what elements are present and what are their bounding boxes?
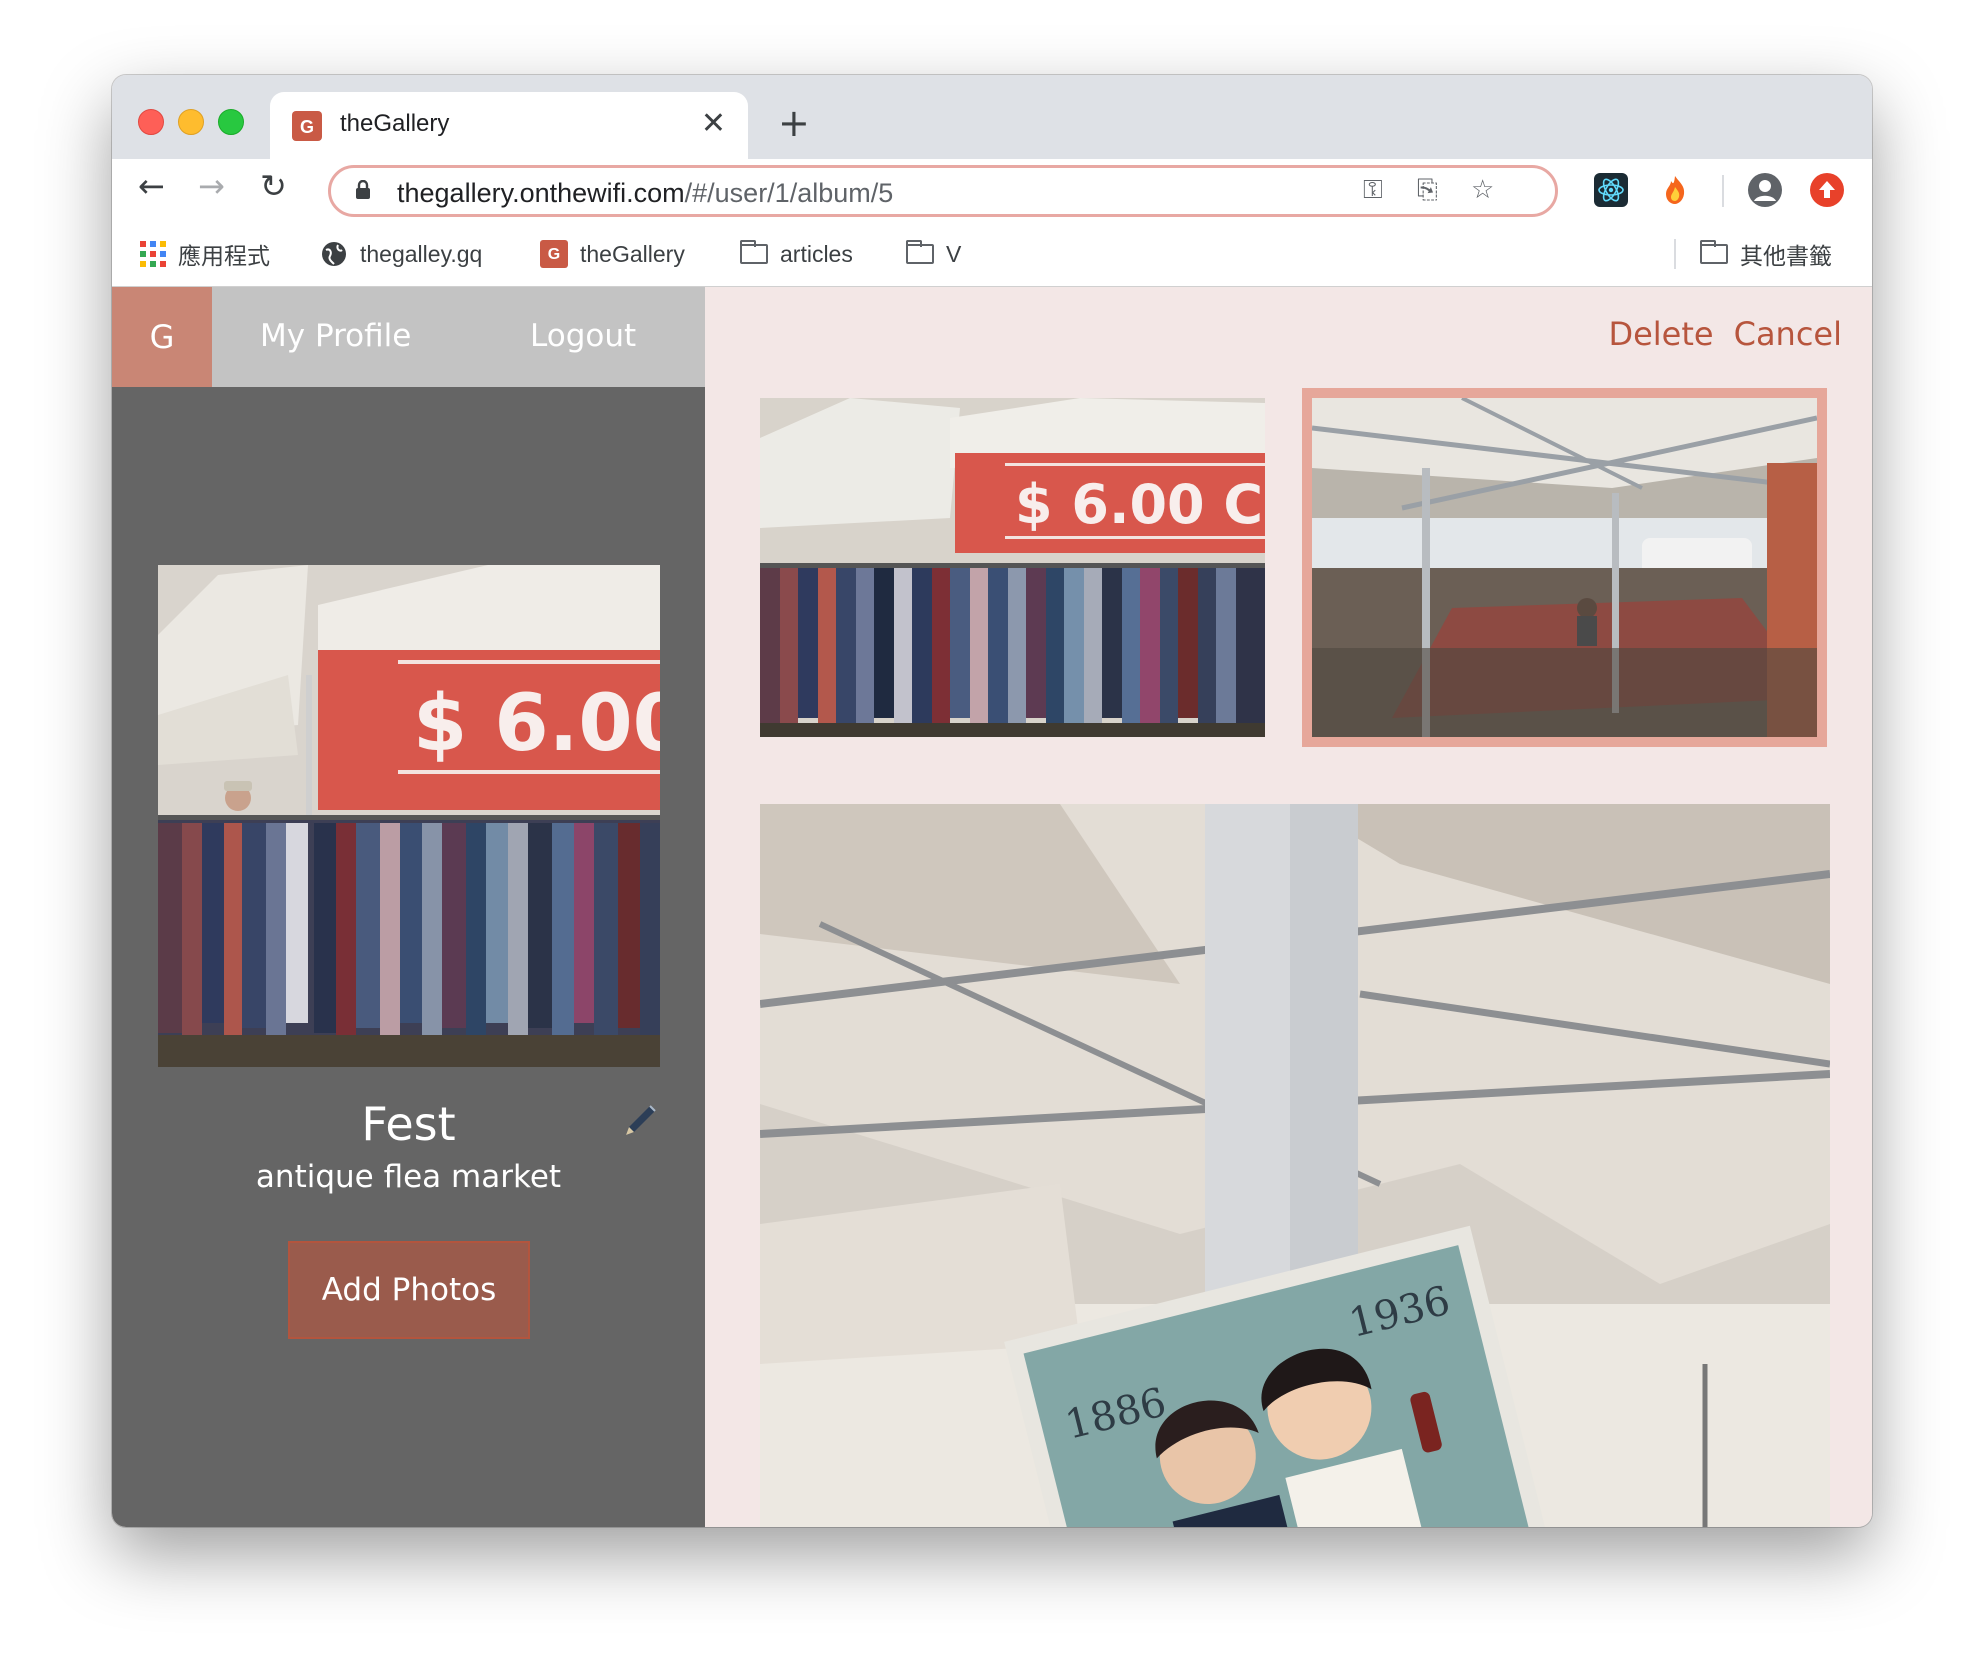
gallery-favicon: G: [292, 111, 322, 141]
reload-icon[interactable]: ↻: [260, 167, 287, 205]
album-sidebar: G My Profile Logout $ 6.00 C: [112, 287, 705, 1527]
edit-pen-icon[interactable]: [620, 1101, 660, 1141]
album-photo-selected[interactable]: [1302, 388, 1827, 747]
bookmarks-divider: [1674, 239, 1676, 269]
upload-extension-icon[interactable]: [1810, 173, 1844, 207]
back-arrow-icon[interactable]: ←: [138, 167, 165, 205]
globe-icon: [322, 242, 346, 266]
edit-actions: Delete Cancel: [1608, 315, 1842, 353]
folder-icon: [1700, 240, 1728, 264]
bookmark-other-folder[interactable]: 其他書籤: [1700, 236, 1832, 272]
gallery-favicon: G: [540, 240, 568, 268]
profile-avatar-icon[interactable]: [1748, 173, 1782, 207]
bookmark-label: thegalley.gq: [360, 240, 483, 267]
bookmark-label: 應用程式: [178, 243, 270, 269]
sign-text: $ 6.00 CLOT: [1015, 473, 1265, 536]
bookmark-thegallery[interactable]: G theGallery: [540, 236, 685, 272]
bookmark-folder-v[interactable]: V: [906, 236, 961, 272]
close-tab-icon[interactable]: ✕: [701, 106, 726, 141]
toolbar-divider: [1722, 175, 1724, 207]
bookmark-label: theGallery: [580, 240, 685, 267]
album-photo[interactable]: $ 6.00 CLOT: [760, 398, 1265, 737]
sign-text: $ 6.00 C: [413, 679, 660, 769]
album-title: Fest: [361, 1097, 456, 1151]
folder-icon: [906, 240, 934, 264]
lock-icon: [356, 180, 370, 199]
bookmark-thegalley[interactable]: thegalley.gq: [320, 236, 482, 272]
tab-strip: G theGallery ✕ +: [112, 75, 1872, 159]
forward-arrow-icon[interactable]: →: [198, 167, 225, 205]
folder-icon: [740, 240, 768, 264]
close-window-button[interactable]: [138, 109, 164, 135]
bookmark-label: V: [946, 240, 962, 267]
bookmark-apps[interactable]: 應用程式: [140, 236, 270, 272]
bookmark-label: articles: [780, 240, 853, 267]
browser-window: G theGallery ✕ + ← → ↻ thegallery.onthew…: [112, 75, 1872, 1527]
new-tab-button[interactable]: +: [778, 101, 810, 145]
delete-button[interactable]: Delete: [1608, 315, 1713, 353]
bookmark-label: 其他書籤: [1740, 243, 1832, 269]
tab-title: theGallery: [340, 110, 450, 137]
fire-extension-icon[interactable]: [1658, 173, 1692, 207]
bookmark-folder-articles[interactable]: articles: [740, 236, 853, 272]
top-nav: G My Profile Logout: [112, 287, 705, 387]
logout-link[interactable]: Logout: [530, 318, 636, 354]
album-description: antique flea market: [255, 1159, 562, 1195]
cancel-button[interactable]: Cancel: [1734, 315, 1842, 353]
site-logo[interactable]: G: [112, 287, 212, 387]
address-bar[interactable]: thegallery.onthewifi.com/#/user/1/album/…: [328, 165, 1558, 217]
my-profile-link[interactable]: My Profile: [260, 318, 411, 354]
maximize-window-button[interactable]: [218, 109, 244, 135]
browser-toolbar: ← → ↻ thegallery.onthewifi.com/#/user/1/…: [112, 159, 1872, 223]
translate-icon[interactable]: ⎘: [1417, 175, 1438, 206]
gallery-page: G My Profile Logout $ 6.00 C: [112, 287, 1872, 1527]
album-photo[interactable]: 1886 1936: [760, 804, 1830, 1527]
bookmarks-bar: 應用程式 thegalley.gq G theGallery articles …: [112, 223, 1872, 287]
add-photos-button[interactable]: Add Photos: [288, 1241, 530, 1339]
minimize-window-button[interactable]: [178, 109, 204, 135]
bookmark-star-icon[interactable]: ☆: [1471, 175, 1494, 205]
browser-tab[interactable]: G theGallery ✕: [270, 92, 748, 159]
key-icon[interactable]: ⚿: [1363, 175, 1383, 206]
url-text: thegallery.onthewifi.com/#/user/1/album/…: [397, 178, 894, 208]
react-devtools-icon[interactable]: [1594, 173, 1628, 207]
album-cover-image: $ 6.00 C: [158, 565, 660, 1067]
apps-grid-icon: [140, 241, 166, 267]
